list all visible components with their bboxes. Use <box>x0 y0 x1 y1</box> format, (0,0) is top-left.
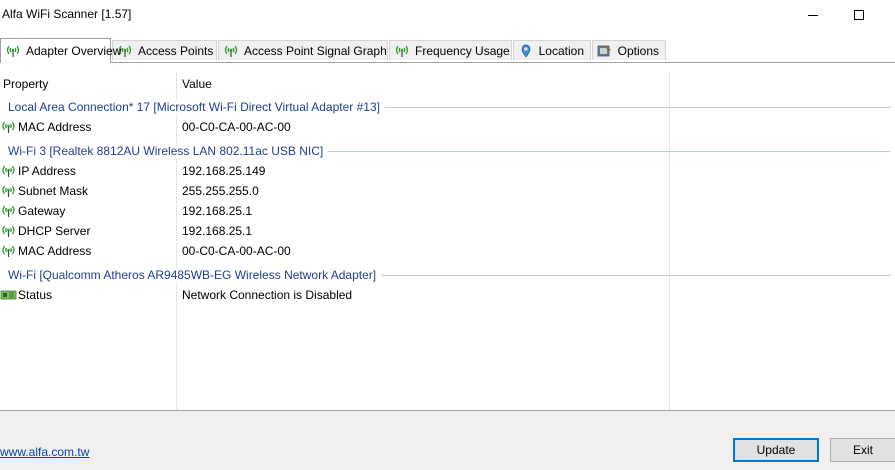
property-cell: DHCP Server <box>0 221 90 241</box>
property-label: MAC Address <box>18 244 92 258</box>
adapter-list[interactable]: Property Value Local Area Connection* 17… <box>0 72 895 411</box>
value-cell: Network Connection is Disabled <box>182 288 353 302</box>
table-row[interactable]: Status Network Connection is Disabled <box>0 285 895 305</box>
property-label: Gateway <box>18 204 66 218</box>
property-label: Subnet Mask <box>18 184 89 198</box>
column-header-property[interactable]: Property <box>0 72 176 96</box>
tab-label: Location <box>538 43 584 58</box>
tab-label: Adapter Overview <box>26 44 122 58</box>
tab-adapter-overview[interactable]: Adapter Overview <box>0 38 121 63</box>
antenna-icon <box>0 224 17 238</box>
tab-frequency-usage[interactable]: Frequency Usage <box>389 40 512 60</box>
value-cell: 192.168.25.149 <box>182 164 266 178</box>
group-header: Wi-Fi [Qualcomm Atheros AR9485WB-EG Wire… <box>0 265 895 285</box>
table-row[interactable]: IP Address 192.168.25.149 <box>0 161 895 181</box>
property-label: Status <box>18 288 53 302</box>
table-row[interactable]: Gateway 192.168.25.1 <box>0 201 895 221</box>
value-cell: 192.168.25.1 <box>182 224 253 238</box>
minimize-button[interactable] <box>790 0 836 30</box>
group-header-label: Wi-Fi 3 [Realtek 8812AU Wireless LAN 802… <box>8 144 329 158</box>
tab-label: Options <box>617 43 659 58</box>
tab-label: Access Points <box>138 43 214 58</box>
value-cell: 00-C0-CA-00-AC-00 <box>182 244 291 258</box>
property-cell: Gateway <box>0 201 65 221</box>
antenna-icon <box>0 244 17 258</box>
exit-button[interactable]: Exit <box>830 438 895 462</box>
update-button[interactable]: Update <box>733 438 819 462</box>
antenna-icon <box>394 44 410 58</box>
website-link[interactable]: www.alfa.com.tw <box>0 445 89 459</box>
property-cell: Subnet Mask <box>0 181 88 201</box>
tab-label: Frequency Usage <box>415 43 510 58</box>
property-label: MAC Address <box>18 120 92 134</box>
tab-access-point-signal-graph[interactable]: Access Point Signal Graph <box>218 40 388 60</box>
group-header: Wi-Fi 3 [Realtek 8812AU Wireless LAN 802… <box>0 141 895 161</box>
window-title: Alfa WiFi Scanner [1.57] <box>2 7 132 21</box>
value-cell: 255.255.255.0 <box>182 184 259 198</box>
property-cell: MAC Address <box>0 241 91 261</box>
tab-options[interactable]: Options <box>592 40 666 60</box>
property-cell: Status <box>0 285 52 305</box>
antenna-icon <box>0 164 17 178</box>
network-card-icon <box>0 288 17 302</box>
group-header-label: Local Area Connection* 17 [Microsoft Wi-… <box>8 100 385 114</box>
value-cell: 192.168.25.1 <box>182 204 253 218</box>
column-header-value[interactable]: Value <box>176 72 669 96</box>
tab-strip: Adapter Overview Access Points Access Po… <box>0 38 895 63</box>
table-row[interactable]: Subnet Mask 255.255.255.0 <box>0 181 895 201</box>
tab-location[interactable]: Location <box>513 40 591 60</box>
antenna-icon <box>5 44 21 58</box>
maximize-icon <box>854 10 864 20</box>
group-header-label: Wi-Fi [Qualcomm Atheros AR9485WB-EG Wire… <box>8 268 382 282</box>
property-cell: IP Address <box>0 161 76 181</box>
table-row[interactable]: DHCP Server 192.168.25.1 <box>0 221 895 241</box>
tab-access-points[interactable]: Access Points <box>112 40 217 60</box>
table-row[interactable]: MAC Address 00-C0-CA-00-AC-00 <box>0 241 895 261</box>
map-pin-icon <box>518 44 534 58</box>
antenna-icon <box>0 204 17 218</box>
footer-bar: www.alfa.com.tw Update Exit <box>0 411 895 470</box>
group-header: Local Area Connection* 17 [Microsoft Wi-… <box>0 97 895 117</box>
property-cell: MAC Address <box>0 117 91 137</box>
antenna-icon <box>0 184 17 198</box>
maximize-button[interactable] <box>836 0 882 30</box>
property-label: DHCP Server <box>18 224 91 238</box>
property-label: IP Address <box>18 164 76 178</box>
value-cell: 00-C0-CA-00-AC-00 <box>182 120 291 134</box>
antenna-icon <box>0 120 17 134</box>
tab-label: Access Point Signal Graph <box>244 43 387 58</box>
title-bar: Alfa WiFi Scanner [1.57] <box>0 0 895 30</box>
table-row[interactable]: MAC Address 00-C0-CA-00-AC-00 <box>0 117 895 137</box>
options-icon <box>597 44 613 58</box>
minimize-icon <box>808 14 818 16</box>
column-header: Property Value <box>0 72 895 96</box>
antenna-icon <box>223 44 239 58</box>
